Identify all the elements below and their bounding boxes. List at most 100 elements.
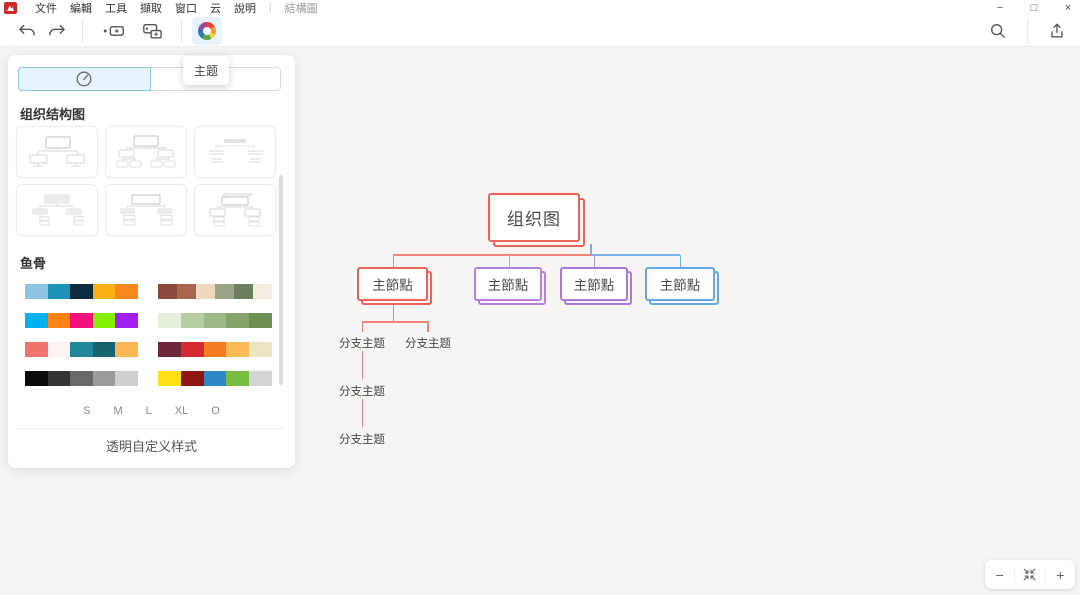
- palette-swatch[interactable]: [25, 342, 138, 357]
- search-button[interactable]: [983, 17, 1013, 45]
- redo-icon: [47, 22, 67, 40]
- palette-swatch[interactable]: [158, 342, 272, 357]
- child-node-4[interactable]: 主節點: [645, 267, 715, 301]
- panel-scrollbar[interactable]: [279, 175, 283, 385]
- org-template-grid: [16, 126, 288, 236]
- branch-vertical-3: [362, 399, 364, 427]
- palette-color-block: [204, 313, 227, 328]
- size-option-o[interactable]: O: [211, 405, 220, 417]
- close-button[interactable]: ×: [1062, 2, 1074, 14]
- document-tab-label[interactable]: 結構圖: [285, 0, 318, 16]
- toolbar: [0, 15, 1080, 47]
- share-icon: [1048, 22, 1066, 40]
- palette-color-block: [158, 284, 177, 299]
- palette-color-block: [226, 342, 249, 357]
- org-template-thumbnail-6[interactable]: [194, 184, 276, 236]
- insert-topic-button[interactable]: [99, 17, 129, 45]
- menu-file[interactable]: 文件: [35, 0, 57, 16]
- minimize-button[interactable]: −: [994, 2, 1006, 14]
- insert-subtopic-button[interactable]: [137, 17, 167, 45]
- palette-color-block: [226, 313, 249, 328]
- palette-swatch[interactable]: [25, 371, 138, 386]
- redo-button[interactable]: [42, 17, 72, 45]
- palette-color-block: [48, 342, 71, 357]
- branch-topic-label-2[interactable]: 分支主题: [404, 335, 452, 351]
- palette-color-block: [93, 313, 116, 328]
- transparent-custom-style-button[interactable]: 透明自定义样式: [8, 436, 295, 455]
- zoom-controls: − +: [985, 560, 1075, 589]
- tab-style[interactable]: [18, 67, 151, 91]
- palette-swatch[interactable]: [25, 313, 138, 328]
- org-template-thumbnail-5[interactable]: [105, 184, 187, 236]
- root-node[interactable]: 组织图: [488, 193, 580, 242]
- zoom-in-button[interactable]: +: [1046, 560, 1075, 589]
- palette-color-block: [115, 313, 138, 328]
- insert-subtopic-icon: [140, 21, 164, 41]
- menu-window[interactable]: 窗口: [175, 0, 197, 16]
- branch-topic-label-1[interactable]: 分支主题: [338, 335, 386, 351]
- palette-color-block: [158, 342, 181, 357]
- toolbar-right: [983, 15, 1072, 47]
- palette-swatch[interactable]: [158, 371, 272, 386]
- branch-stub: [393, 305, 395, 322]
- size-option-m[interactable]: M: [114, 405, 123, 417]
- palette-color-block: [215, 284, 234, 299]
- size-option-l[interactable]: L: [146, 405, 152, 417]
- child-node-1[interactable]: 主節點: [357, 267, 428, 301]
- palette-color-block: [93, 284, 116, 299]
- branch-drop-right: [427, 322, 429, 332]
- maximize-button[interactable]: □: [1028, 2, 1040, 14]
- palette-swatch[interactable]: [25, 284, 138, 299]
- palette-color-block: [249, 371, 272, 386]
- child-node-2[interactable]: 主節點: [474, 267, 542, 301]
- branch-topic-label-3[interactable]: 分支主题: [338, 383, 386, 399]
- zoom-out-button[interactable]: −: [985, 560, 1014, 589]
- palette-color-block: [70, 342, 93, 357]
- connector-drop-child4: [680, 255, 682, 267]
- palette-color-block: [25, 342, 48, 357]
- theme-color-wheel-icon: [198, 22, 216, 40]
- menu-help[interactable]: 說明: [234, 0, 256, 16]
- connector-drop-child2: [509, 255, 511, 267]
- share-export-button[interactable]: [1042, 17, 1072, 45]
- toolbar-divider: [181, 19, 182, 43]
- menu-cloud[interactable]: 云: [210, 0, 221, 16]
- palette-color-block: [70, 284, 93, 299]
- palette-color-block: [48, 284, 71, 299]
- menu-separator: |: [269, 2, 272, 13]
- insert-topic-icon: [102, 22, 126, 40]
- palette-swatch[interactable]: [158, 313, 272, 328]
- fit-to-screen-button[interactable]: [1015, 560, 1044, 589]
- palette-color-block: [93, 371, 116, 386]
- org-template-thumbnail-1[interactable]: [16, 126, 98, 178]
- menu-tools[interactable]: 工具: [105, 0, 127, 16]
- org-template-thumbnail-2[interactable]: [105, 126, 187, 178]
- menu-capture[interactable]: 擷取: [140, 0, 162, 16]
- palette-swatch[interactable]: [158, 284, 272, 299]
- panel-tabs: [18, 67, 281, 91]
- org-template-thumbnail-3[interactable]: [194, 126, 276, 178]
- theme-button[interactable]: [192, 17, 222, 45]
- size-options: S M L XL O: [8, 405, 295, 417]
- style-pen-circle-icon: [75, 70, 93, 88]
- child-node-3[interactable]: 主節點: [560, 267, 628, 301]
- palette-color-block: [158, 371, 181, 386]
- undo-button[interactable]: [12, 17, 42, 45]
- size-option-s[interactable]: S: [83, 405, 90, 417]
- toolbar-divider: [1027, 19, 1028, 43]
- theme-tooltip: 主题: [183, 56, 229, 85]
- palette-color-block: [25, 313, 48, 328]
- palette-color-block: [181, 342, 204, 357]
- branch-topic-label-4[interactable]: 分支主题: [338, 431, 386, 447]
- menu-edit[interactable]: 編輯: [70, 0, 92, 16]
- palette-color-block: [249, 313, 272, 328]
- connector-horizontal-right: [591, 254, 680, 256]
- undo-icon: [17, 22, 37, 40]
- app-logo-icon: [4, 2, 17, 14]
- org-template-thumbnail-4[interactable]: [16, 184, 98, 236]
- section-title-fishbone: 鱼骨: [20, 253, 46, 272]
- palette-color-block: [25, 284, 48, 299]
- palette-color-block: [70, 313, 93, 328]
- branch-drop-left: [362, 322, 364, 332]
- size-option-xl[interactable]: XL: [175, 405, 188, 417]
